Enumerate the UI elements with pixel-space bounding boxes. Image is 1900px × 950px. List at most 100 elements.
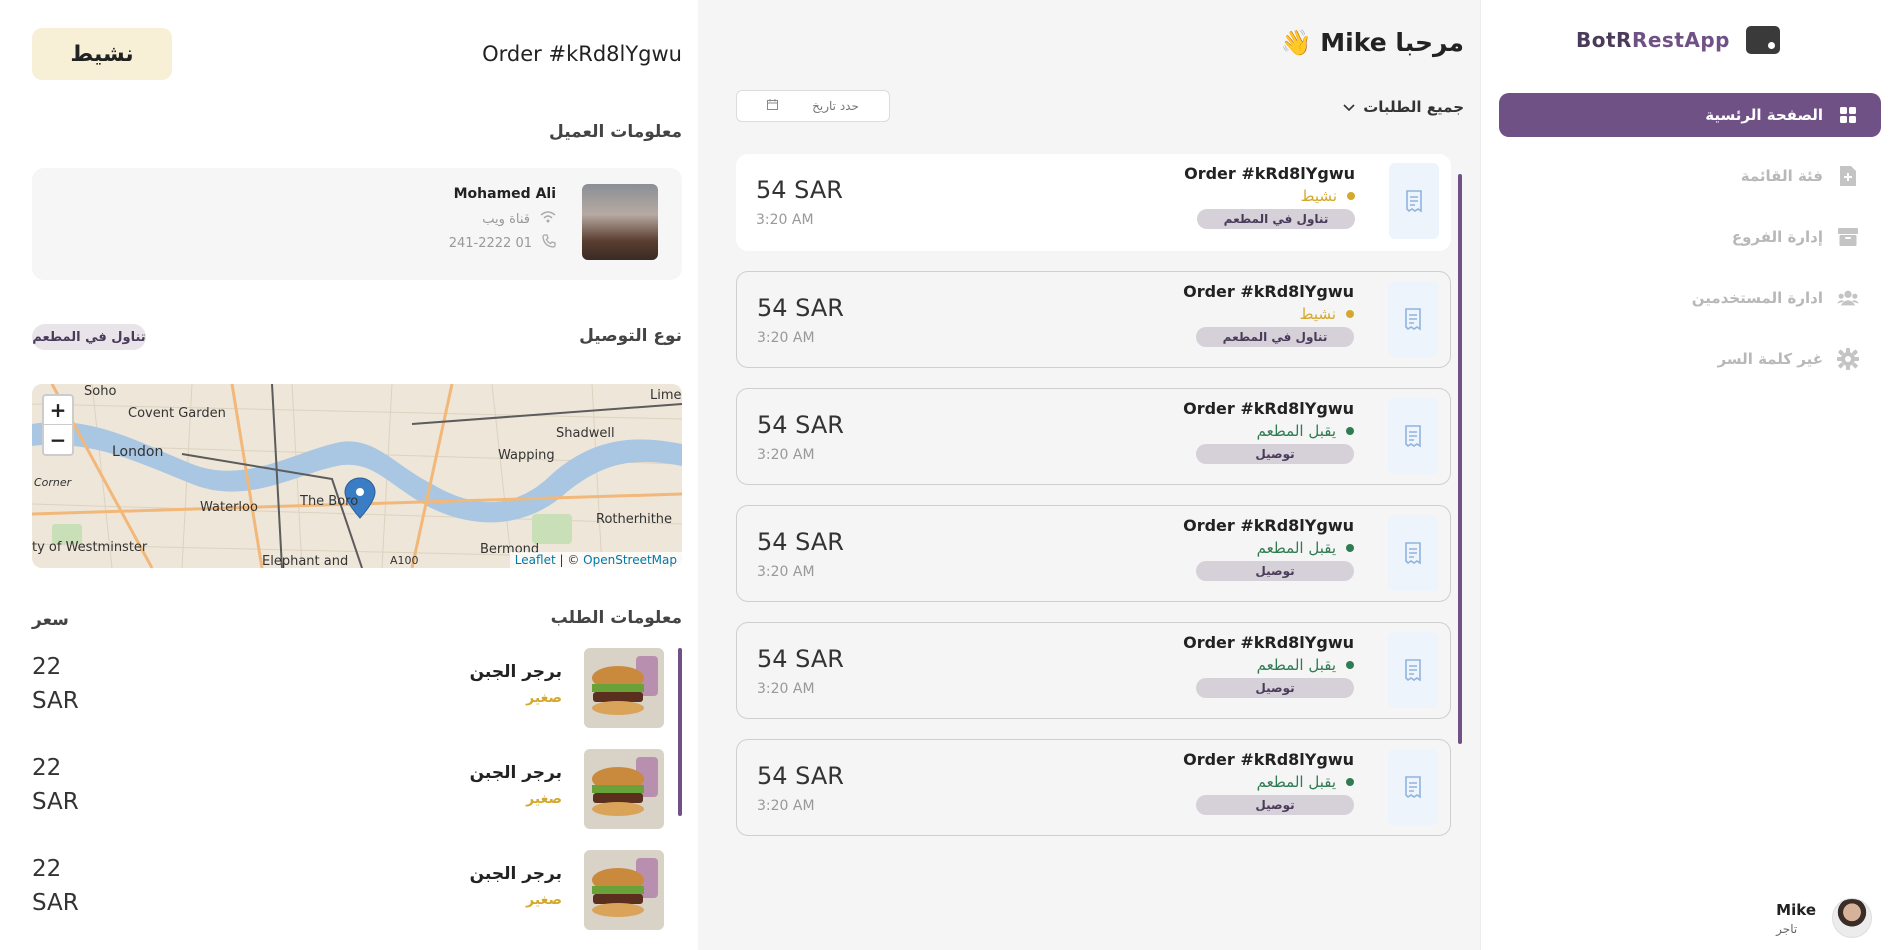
order-time: 3:20 AM (756, 212, 814, 228)
order-status: يقبل المطعم (1183, 773, 1354, 791)
brand-name-prefix: BotR (1576, 28, 1632, 52)
orders-filter-dropdown[interactable]: جميع الطلبات (1343, 98, 1464, 116)
item-price-currency: SAR (32, 688, 79, 714)
date-picker-input[interactable]: حدد تاريخ (736, 90, 890, 122)
order-item: برجر الجبن صغير 22 SAR (32, 850, 682, 930)
order-card[interactable]: Order #kRd8lYgwu يقبل المطعم توصيل 54 SA… (736, 388, 1451, 485)
sidebar-item-home[interactable]: الصفحة الرئسية (1499, 93, 1881, 137)
order-item: برجر الجبن صغير 22 SAR (32, 648, 682, 728)
customer-channel-label: قناة ويب (482, 211, 530, 227)
app-root: نشيط Order #kRd8lYgwu معلومات العميل Moh… (0, 0, 1900, 950)
user-text: Mike تاجر (1776, 901, 1816, 936)
receipt-icon (1388, 281, 1438, 357)
user-role: تاجر (1776, 921, 1798, 936)
delivery-type-heading: نوع التوصيل (579, 326, 682, 346)
date-picker-placeholder: حدد تاريخ (812, 99, 859, 113)
order-status-label: يقبل المطعم (1256, 539, 1336, 557)
order-status: نشيط (1183, 305, 1354, 323)
brand-name-suffix: RestApp (1631, 28, 1730, 52)
sidebar-item-menu-category[interactable]: فئة القائمة (1499, 154, 1881, 198)
archive-box-icon (1837, 226, 1859, 248)
order-info-heading: معلومات الطلب (550, 608, 682, 628)
map-label: A100 (390, 554, 419, 567)
order-card-info: Order #kRd8lYgwu نشيط تناول في المطعم (1184, 164, 1355, 229)
map-zoom-in-button[interactable]: + (44, 396, 72, 425)
item-price-value: 22 (32, 856, 62, 882)
wave-icon: 👋 (1280, 28, 1312, 57)
delivery-type-tag: تناول في المطعم (32, 324, 146, 350)
openstreetmap-link[interactable]: OpenStreetMap (583, 553, 677, 567)
order-title: Order #kRd8lYgwu (1183, 282, 1354, 301)
item-name: برجر الجبن (469, 763, 562, 783)
attribution-separator: | © (555, 553, 584, 567)
order-type-tag: توصيل (1196, 678, 1354, 698)
sidebar-item-branches[interactable]: إدارة الفروع (1499, 215, 1881, 259)
logo-icon (1746, 26, 1780, 54)
burger-image (584, 850, 664, 930)
orders-scrollbar[interactable] (1458, 174, 1462, 744)
receipt-icon (1388, 515, 1438, 591)
order-card[interactable]: Order #kRd8lYgwu نشيط تناول في المطعم 54… (736, 154, 1451, 251)
user-profile[interactable]: Mike تاجر (1776, 898, 1872, 938)
status-dot (1346, 427, 1354, 435)
receipt-icon (1388, 398, 1438, 474)
wifi-icon (540, 210, 556, 228)
phone-icon (542, 234, 556, 252)
order-time: 3:20 AM (757, 330, 815, 346)
receipt-icon (1388, 749, 1438, 825)
map-label: Shadwell (556, 426, 615, 441)
brand[interactable]: BotRRestApp (1576, 26, 1780, 54)
grid-icon (1837, 104, 1859, 126)
chevron-down-icon (1343, 98, 1355, 116)
sidebar-item-change-password[interactable]: غير كلمة السر (1499, 337, 1881, 381)
burger-image (584, 648, 664, 728)
order-type-tag: توصيل (1196, 795, 1354, 815)
order-status-pill[interactable]: نشيط (32, 28, 172, 80)
order-detail-title: Order #kRd8lYgwu (482, 42, 682, 66)
order-card-info: Order #kRd8lYgwu يقبل المطعم توصيل (1183, 399, 1354, 464)
order-card[interactable]: Order #kRd8lYgwu يقبل المطعم توصيل 54 SA… (736, 622, 1451, 719)
item-price: 22 SAR (32, 751, 92, 819)
order-card[interactable]: Order #kRd8lYgwu يقبل المطعم توصيل 54 SA… (736, 739, 1451, 836)
item-price: 22 SAR (32, 650, 92, 718)
order-price: 54 SAR (757, 645, 844, 673)
item-name: برجر الجبن (469, 662, 562, 682)
customer-photo (582, 184, 658, 260)
order-card[interactable]: Order #kRd8lYgwu يقبل المطعم توصيل 54 SA… (736, 505, 1451, 602)
order-status-label: يقبل المطعم (1256, 656, 1336, 674)
delivery-map[interactable]: Soho Covent Garden London Limeh Shadwell… (32, 384, 682, 568)
gear-icon (1837, 348, 1859, 370)
order-status-label: يقبل المطعم (1256, 773, 1336, 791)
customer-card: Mohamed Ali قناة ويب 01 241-2222 (32, 168, 682, 280)
brand-name: BotRRestApp (1576, 28, 1730, 52)
order-price: 54 SAR (757, 294, 844, 322)
map-zoom-out-button[interactable]: − (44, 425, 72, 454)
order-status-label: نشيط (1299, 305, 1336, 323)
map-label: Soho (84, 384, 117, 399)
leaflet-link[interactable]: Leaflet (515, 553, 556, 567)
item-size: صغير (526, 892, 562, 908)
map-label: Covent Garden (128, 406, 226, 421)
customer-phone: 01 241-2222 (449, 234, 556, 252)
order-type-tag: تناول في المطعم (1196, 327, 1354, 347)
sidebar-item-users[interactable]: ادارة المستخدمين (1499, 276, 1881, 320)
item-size: صغير (526, 690, 562, 706)
order-price: 54 SAR (757, 411, 844, 439)
map-attribution: Leaflet | © OpenStreetMap (509, 552, 682, 568)
order-time: 3:20 AM (757, 681, 815, 697)
item-size: صغير (526, 791, 562, 807)
receipt-icon (1388, 632, 1438, 708)
sidebar-item-label: فئة القائمة (1740, 167, 1823, 185)
item-price-currency: SAR (32, 789, 79, 815)
status-dot (1346, 661, 1354, 669)
customer-info-heading: معلومات العميل (549, 122, 682, 142)
status-dot (1346, 544, 1354, 552)
order-title: Order #kRd8lYgwu (1184, 164, 1355, 183)
sidebar-item-label: الصفحة الرئسية (1705, 106, 1823, 124)
order-card[interactable]: Order #kRd8lYgwu نشيط تناول في المطعم 54… (736, 271, 1451, 368)
order-price: 54 SAR (757, 528, 844, 556)
map-label: Elephant and (262, 554, 349, 568)
status-dot (1346, 310, 1354, 318)
customer-channel: قناة ويب (482, 210, 556, 228)
order-title: Order #kRd8lYgwu (1183, 399, 1354, 418)
